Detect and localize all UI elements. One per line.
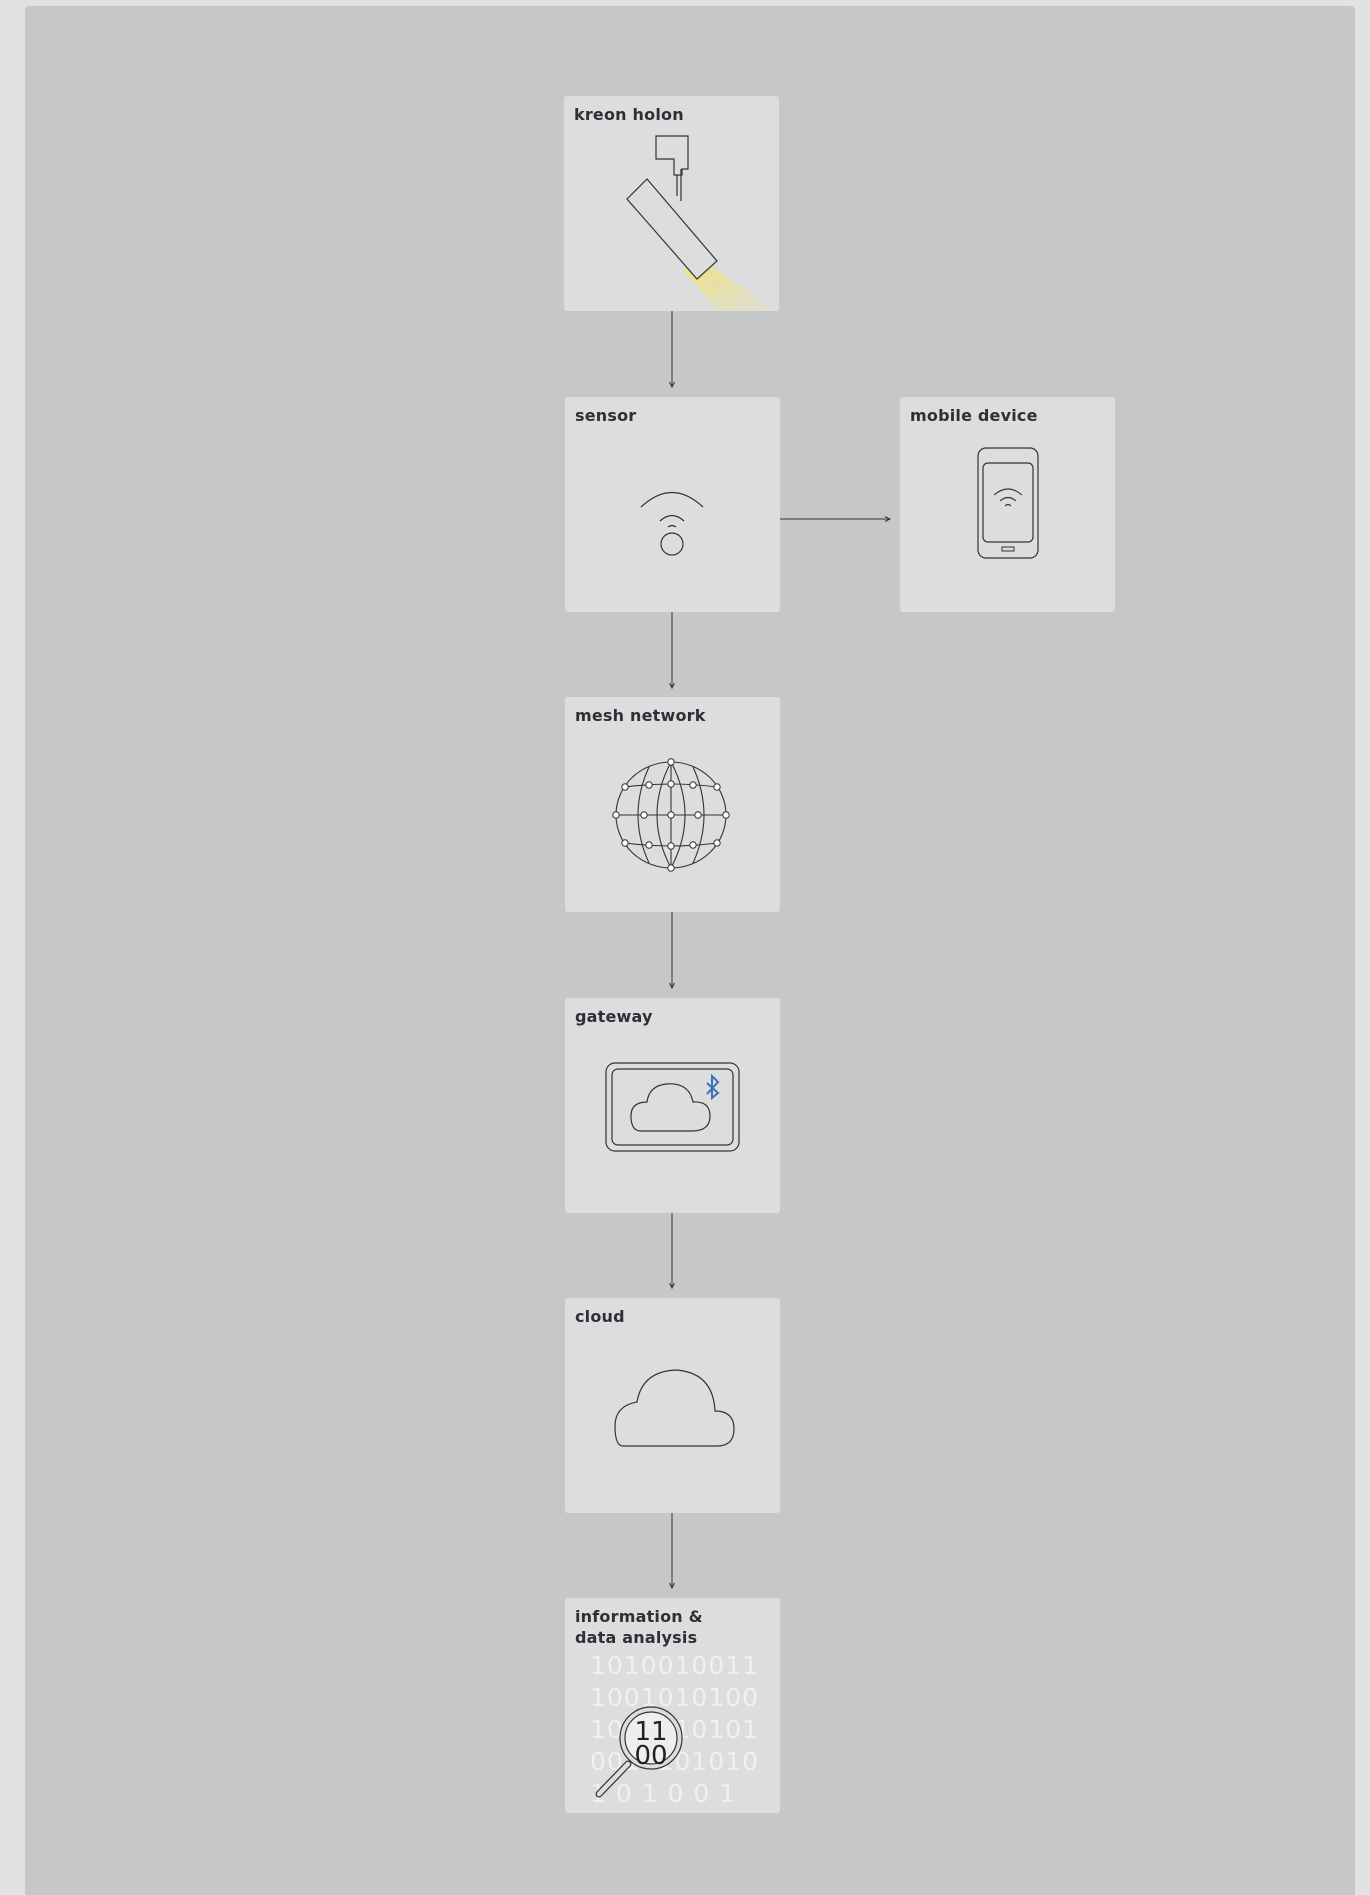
node-gateway: gateway	[565, 998, 780, 1213]
cloud-icon	[614, 1369, 735, 1447]
globe-mesh-icon	[612, 758, 730, 872]
bluetooth-icon	[706, 1073, 720, 1101]
node-label: information & data analysis	[575, 1607, 703, 1647]
gateway-cloud-icon	[605, 1062, 740, 1152]
node-label: mobile device	[910, 406, 1038, 425]
node-kreon-holon: kreon holon	[564, 96, 779, 311]
node-sensor: sensor	[565, 397, 780, 612]
node-data-analysis: 1010010011 1001010100 1011010101 0010101…	[565, 1598, 780, 1813]
node-cloud: cloud	[565, 1298, 780, 1513]
node-mesh-network: mesh network	[565, 697, 780, 912]
node-label: kreon holon	[574, 105, 684, 124]
node-label: cloud	[575, 1307, 625, 1326]
spotlight-icon	[626, 135, 779, 311]
magnifier-digits: 11 00	[634, 1717, 667, 1771]
wireless-sensor-icon	[640, 492, 704, 556]
smartphone-icon	[977, 447, 1039, 559]
magnifier-digits-bottom: 00	[634, 1741, 667, 1771]
node-label: gateway	[575, 1007, 653, 1026]
node-label: mesh network	[575, 706, 706, 725]
node-mobile-device: mobile device	[900, 397, 1115, 612]
node-label: sensor	[575, 406, 637, 425]
